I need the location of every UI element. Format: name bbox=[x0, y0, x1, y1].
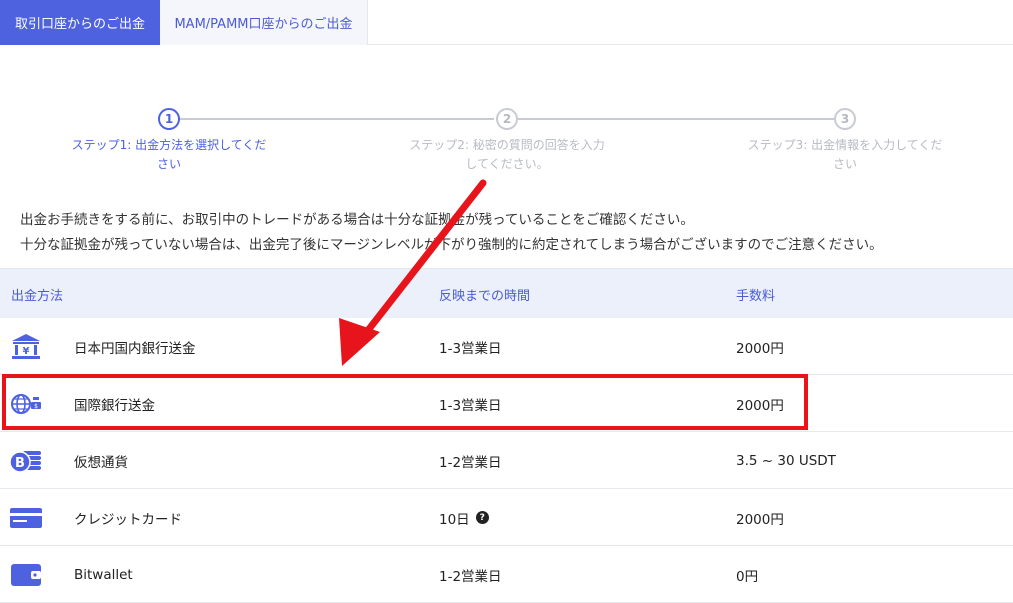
notice-line-1: 出金お手続きをする前に、お取引中のトレードがある場合は十分な証拠金が残っているこ… bbox=[20, 212, 694, 228]
table-header: 出金方法 反映までの時間 手数料 bbox=[0, 268, 1013, 318]
step-2-indicator: 2 bbox=[496, 108, 518, 130]
method-fee: 2000円 bbox=[736, 397, 784, 414]
withdrawal-tabs: 取引口座からのご出金 MAM/PAMM口座からのご出金 bbox=[0, 0, 1013, 45]
margin-notice: 出金お手続きをする前に、お取引中のトレードがある場合は十分な証拠金が残っているこ… bbox=[20, 208, 883, 258]
table-row-domestic-bank[interactable]: ¥ 日本円国内銀行送金 1-3営業日 2000円 bbox=[0, 318, 1013, 375]
table-row-crypto[interactable]: B 仮想通貨 1-2営業日 3.5 ~ 30 USDT bbox=[0, 432, 1013, 489]
method-fee: 3.5 ~ 30 USDT bbox=[736, 452, 836, 469]
tab-mam-pamm-withdrawal[interactable]: MAM/PAMM口座からのご出金 bbox=[160, 0, 368, 45]
notice-line-2: 十分な証拠金が残っていない場合は、出金完了後にマージンレベルが下がり強制的に約定… bbox=[20, 237, 883, 253]
step-connector-2 bbox=[518, 118, 834, 120]
table-row-credit-card[interactable]: クレジットカード 10日 ? 2000円 bbox=[0, 489, 1013, 546]
method-time: 10日 ? bbox=[439, 489, 489, 546]
step-connector-1 bbox=[180, 118, 494, 120]
method-fee: 0円 bbox=[736, 568, 759, 585]
method-name: 日本円国内銀行送金 bbox=[74, 340, 196, 357]
method-time: 1-2営業日 bbox=[439, 568, 502, 585]
method-time: 1-3営業日 bbox=[439, 340, 502, 357]
step-1-indicator: 1 bbox=[158, 108, 180, 130]
svg-text:B: B bbox=[15, 456, 25, 471]
globe-money-icon: $ bbox=[8, 375, 44, 432]
bank-yen-icon: ¥ bbox=[8, 318, 44, 375]
svg-text:¥: ¥ bbox=[23, 346, 30, 357]
svg-text:$: $ bbox=[34, 403, 38, 410]
step-3-label: ステップ3: 出金情報を入力してくだ さい bbox=[747, 138, 943, 171]
method-fee: 2000円 bbox=[736, 511, 784, 528]
method-name: 仮想通貨 bbox=[74, 454, 128, 471]
tab-trading-account-withdrawal[interactable]: 取引口座からのご出金 bbox=[0, 0, 160, 45]
header-fee: 手数料 bbox=[736, 288, 776, 304]
method-time: 1-2営業日 bbox=[439, 454, 502, 471]
table-row-international-bank[interactable]: $ 国際銀行送金 1-3営業日 2000円 bbox=[0, 375, 1013, 432]
wallet-icon bbox=[8, 546, 44, 603]
method-name: Bitwallet bbox=[74, 566, 133, 583]
help-icon[interactable]: ? bbox=[475, 511, 489, 524]
method-name: 国際銀行送金 bbox=[74, 397, 155, 414]
table-row-bitwallet[interactable]: Bitwallet 1-2営業日 0円 bbox=[0, 546, 1013, 603]
withdrawal-stepper: 1 ステップ1: 出金方法を選択してくだ さい 2 ステップ2: 秘密の質問の回… bbox=[0, 100, 1013, 180]
step-2-label: ステップ2: 秘密の質問の回答を入力 してください。 bbox=[409, 138, 605, 171]
header-time: 反映までの時間 bbox=[439, 288, 531, 304]
method-name: クレジットカード bbox=[74, 511, 182, 528]
bitcoin-coins-icon: B bbox=[8, 432, 44, 489]
step-3-indicator: 3 bbox=[834, 108, 856, 130]
method-time: 1-3営業日 bbox=[439, 397, 502, 414]
header-method: 出金方法 bbox=[11, 288, 64, 304]
step-1-label: ステップ1: 出金方法を選択してくだ さい bbox=[71, 138, 267, 171]
credit-card-icon bbox=[8, 489, 44, 546]
method-fee: 2000円 bbox=[736, 340, 784, 357]
withdrawal-methods-table: 出金方法 反映までの時間 手数料 ¥ 日本円国内銀行送金 1-3営業日 2000… bbox=[0, 268, 1013, 603]
